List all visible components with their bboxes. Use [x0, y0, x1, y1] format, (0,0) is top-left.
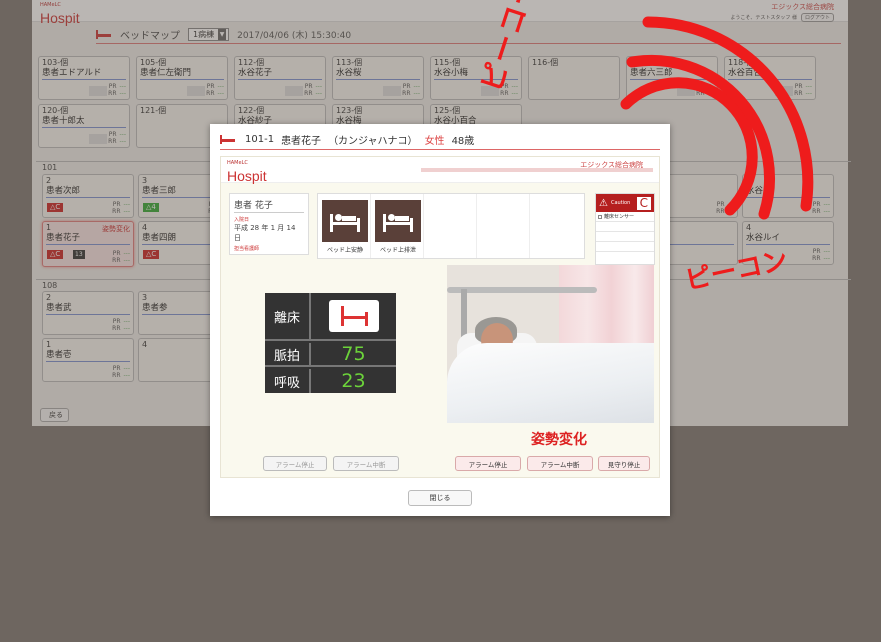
- nurse-label: 担当看護師: [234, 246, 260, 252]
- sensor-slot-empty: [477, 194, 530, 258]
- patient-age: 48歳: [451, 136, 475, 147]
- sensor-slot-empty: [424, 194, 477, 258]
- vital-row-pulse: 脈拍 75: [265, 343, 396, 367]
- admission-date: 平成 28 年 1 月 14 日: [234, 224, 296, 242]
- bed-number: 101-1: [245, 134, 275, 145]
- alarm-stop-button-left[interactable]: アラーム停止: [263, 456, 327, 471]
- caution-item: 離床センサー: [596, 212, 654, 222]
- bed-excretion-icon: [375, 200, 421, 242]
- alarm-stop-button[interactable]: アラーム停止: [455, 456, 521, 471]
- checkbox-icon: [598, 214, 602, 219]
- alarm-pause-button[interactable]: アラーム中断: [527, 456, 593, 471]
- patient-detail-modal: 101-1 患者花子 （カンジャハナコ） 女性 48歳 HAMeLC Hospi…: [210, 124, 670, 516]
- vital-row-bed-exit: 離床: [265, 293, 396, 341]
- respiration-value: 23: [341, 370, 366, 392]
- app-logo: HAMeLC Hospit: [227, 160, 267, 184]
- vital-row-respiration: 呼吸 23: [265, 369, 396, 393]
- posture-change-alert: 姿勢変化: [531, 432, 587, 448]
- alarm-pause-button-left[interactable]: アラーム中断: [333, 456, 399, 471]
- sensor-bed-excretion[interactable]: ベッド上排泄: [371, 194, 424, 258]
- vital-signs-panel: 離床 脈拍 75 呼吸 23: [265, 293, 396, 393]
- info-patient-name: 患者 花子: [234, 198, 304, 213]
- bed-icon: [220, 135, 236, 144]
- sensor-modes: ベッド上安静 ベッド上排泄: [317, 193, 585, 259]
- patient-kana: （カンジャハナコ）: [328, 136, 418, 147]
- caution-level: C: [636, 196, 651, 210]
- admission-label: 入院日: [234, 217, 250, 223]
- caution-header: ⚠ Caution C: [596, 194, 654, 212]
- bed-exit-icon: [328, 300, 379, 332]
- close-button[interactable]: 閉じる: [408, 490, 472, 506]
- bed-rest-icon: [322, 200, 368, 242]
- warning-icon: ⚠: [599, 197, 608, 209]
- patient-gender: 女性: [424, 136, 445, 147]
- patient-info-card: 患者 花子 入院日 平成 28 年 1 月 14 日 担当看護師: [229, 193, 309, 255]
- sensor-slot-empty: [530, 194, 583, 258]
- patient-panel: HAMeLC Hospit エジックス総合病院 患者 花子 入院日 平成 28 …: [220, 156, 660, 478]
- modal-header: 101-1 患者花子 （カンジャハナコ） 女性 48歳: [220, 130, 660, 150]
- patient-name: 患者花子: [281, 136, 322, 147]
- caution-panel: ⚠ Caution C 離床センサー: [595, 193, 655, 265]
- watch-stop-button[interactable]: 見守り停止: [598, 456, 650, 471]
- panel-header: HAMeLC Hospit エジックス総合病院: [221, 157, 659, 183]
- hospital-name: エジックス総合病院: [580, 161, 643, 169]
- sensor-bed-rest[interactable]: ベッド上安静: [318, 194, 371, 258]
- pulse-value: 75: [341, 343, 366, 365]
- patient-camera-image: [447, 265, 654, 423]
